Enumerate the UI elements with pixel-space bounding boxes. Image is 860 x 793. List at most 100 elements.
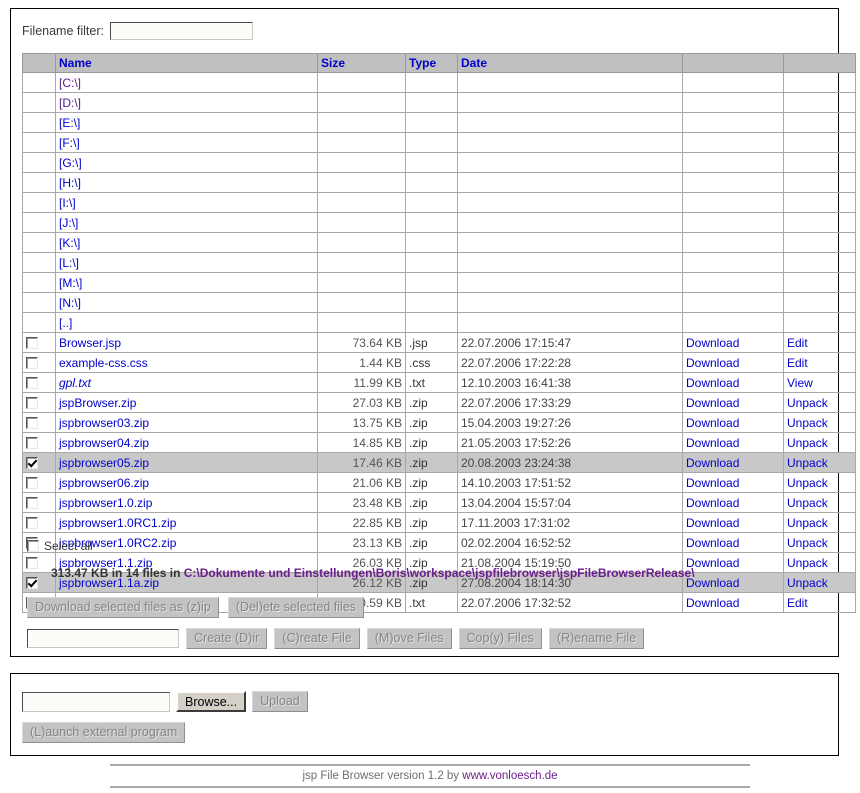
row-select-checkbox[interactable] <box>26 576 38 589</box>
file-name-link[interactable]: jspbrowser1.0.zip <box>59 496 152 510</box>
drive-link[interactable]: [E:\] <box>59 116 80 130</box>
file-action-link[interactable]: Edit <box>787 596 808 610</box>
row-select-checkbox[interactable] <box>26 416 38 429</box>
select-all-row[interactable]: Select all <box>27 539 93 553</box>
download-link[interactable]: Download <box>686 376 739 390</box>
row-select-checkbox[interactable] <box>26 456 38 469</box>
launch-row: (L)aunch external program <box>22 722 186 743</box>
column-header-date[interactable]: Date <box>457 53 683 73</box>
drive-link[interactable]: [F:\] <box>59 136 80 150</box>
file-action-link[interactable]: Unpack <box>787 396 828 410</box>
file-type-cell: .txt <box>405 592 458 613</box>
upload-file-path-input[interactable] <box>22 691 170 712</box>
file-name-cell: jspbrowser03.zip <box>55 412 318 433</box>
download-link[interactable]: Download <box>686 336 739 350</box>
move-files-button[interactable]: (M)ove Files <box>366 628 452 649</box>
table-row: jspBrowser.zip 27.03 KB .zip 22.07.2006 17:… <box>22 392 856 413</box>
download-link[interactable]: Download <box>686 396 739 410</box>
drive-name-cell: [G:\] <box>55 152 318 173</box>
row-checkbox-cell <box>22 492 56 513</box>
file-action-link[interactable]: Unpack <box>787 496 828 510</box>
file-name-link[interactable]: jspbrowser04.zip <box>59 436 149 450</box>
rename-file-button[interactable]: (R)ename File <box>548 628 645 649</box>
drive-link[interactable]: [..] <box>59 316 72 330</box>
file-action-link[interactable]: Unpack <box>787 436 828 450</box>
filename-filter-label: Filename filter: <box>22 24 104 38</box>
column-header-size[interactable]: Size <box>317 53 406 73</box>
drive-link[interactable]: [J:\] <box>59 216 78 230</box>
file-name-link[interactable]: gpl.txt <box>59 376 91 390</box>
file-action-link[interactable]: View <box>787 376 813 390</box>
drive-link[interactable]: [G:\] <box>59 156 82 170</box>
row-select-checkbox[interactable] <box>26 376 38 389</box>
drive-link[interactable]: [L:\] <box>59 256 79 270</box>
file-date-cell: 20.08.2003 23:24:38 <box>457 452 683 473</box>
download-link[interactable]: Download <box>686 496 739 510</box>
file-action-link[interactable]: Unpack <box>787 416 828 430</box>
delete-selected-button[interactable]: (Del)ete selected files <box>227 597 364 618</box>
file-size-cell: 14.85 KB <box>317 432 406 453</box>
download-link[interactable]: Download <box>686 436 739 450</box>
file-name-link[interactable]: example-css.css <box>59 356 148 370</box>
copy-files-button[interactable]: Cop(y) Files <box>458 628 542 649</box>
drive-link[interactable]: [N:\] <box>59 296 81 310</box>
download-link[interactable]: Download <box>686 476 739 490</box>
drive-row: [L:\] <box>22 252 856 273</box>
file-date-cell: 12.10.2003 16:41:38 <box>457 372 683 393</box>
file-action-link[interactable]: Unpack <box>787 456 828 470</box>
drive-link[interactable]: [M:\] <box>59 276 82 290</box>
file-action-link[interactable]: Edit <box>787 356 808 370</box>
row-select-checkbox[interactable] <box>26 516 38 529</box>
file-action-cell: Edit <box>783 332 856 353</box>
file-action-link[interactable]: Unpack <box>787 536 828 550</box>
drive-name-cell: [N:\] <box>55 292 318 313</box>
download-link[interactable]: Download <box>686 596 739 610</box>
file-browser-panel: Filename filter: Name Size Type Date [C:… <box>10 8 856 657</box>
drive-link[interactable]: [C:\] <box>59 76 81 90</box>
drive-link[interactable]: [D:\] <box>59 96 81 110</box>
drive-link[interactable]: [K:\] <box>59 236 80 250</box>
download-link[interactable]: Download <box>686 516 739 530</box>
select-all-checkbox[interactable] <box>27 540 39 552</box>
file-name-link[interactable]: jspbrowser05.zip <box>59 456 149 470</box>
download-link[interactable]: Download <box>686 356 739 370</box>
drive-link[interactable]: [I:\] <box>59 196 76 210</box>
row-select-checkbox[interactable] <box>26 436 38 449</box>
column-header-name[interactable]: Name <box>55 53 318 73</box>
drive-link[interactable]: [H:\] <box>59 176 81 190</box>
row-select-checkbox[interactable] <box>26 496 38 509</box>
drive-size-cell <box>317 212 406 233</box>
file-action-link[interactable]: Edit <box>787 336 808 350</box>
create-file-button[interactable]: (C)reate File <box>274 628 360 649</box>
row-checkbox-cell <box>22 332 56 353</box>
file-name-link[interactable]: jspbrowser03.zip <box>59 416 149 430</box>
row-select-checkbox[interactable] <box>26 356 38 369</box>
row-select-checkbox[interactable] <box>26 556 38 569</box>
file-name-link[interactable]: Browser.jsp <box>59 336 121 350</box>
file-action-link[interactable]: Unpack <box>787 476 828 490</box>
filename-filter-input[interactable] <box>109 22 253 40</box>
row-select-checkbox[interactable] <box>26 396 38 409</box>
create-dir-button[interactable]: Create (D)ir <box>186 628 268 649</box>
column-header-type[interactable]: Type <box>405 53 458 73</box>
download-link[interactable]: Download <box>686 536 739 550</box>
file-action-link[interactable]: Unpack <box>787 556 828 570</box>
file-name-link[interactable]: jspbrowser06.zip <box>59 476 149 490</box>
row-select-checkbox[interactable] <box>26 476 38 489</box>
drive-size-cell <box>317 172 406 193</box>
launch-external-program-button[interactable]: (L)aunch external program <box>22 722 186 743</box>
file-name-link[interactable]: jspBrowser.zip <box>59 396 136 410</box>
row-select-checkbox[interactable] <box>26 336 38 349</box>
file-action-link[interactable]: Unpack <box>787 516 828 530</box>
upload-button[interactable]: Upload <box>252 691 308 712</box>
footer-link[interactable]: www.vonloesch.de <box>462 770 557 782</box>
download-link[interactable]: Download <box>686 456 739 470</box>
new-name-input[interactable] <box>27 629 179 648</box>
file-action-link[interactable]: Unpack <box>787 576 828 590</box>
browse-button[interactable]: Browse... <box>176 691 247 712</box>
download-link[interactable]: Download <box>686 416 739 430</box>
file-download-cell: Download <box>682 412 784 433</box>
drive-date-cell <box>457 232 683 253</box>
file-name-link[interactable]: jspbrowser1.0RC1.zip <box>59 516 176 530</box>
download-zip-button[interactable]: Download selected files as (z)ip <box>27 597 219 618</box>
